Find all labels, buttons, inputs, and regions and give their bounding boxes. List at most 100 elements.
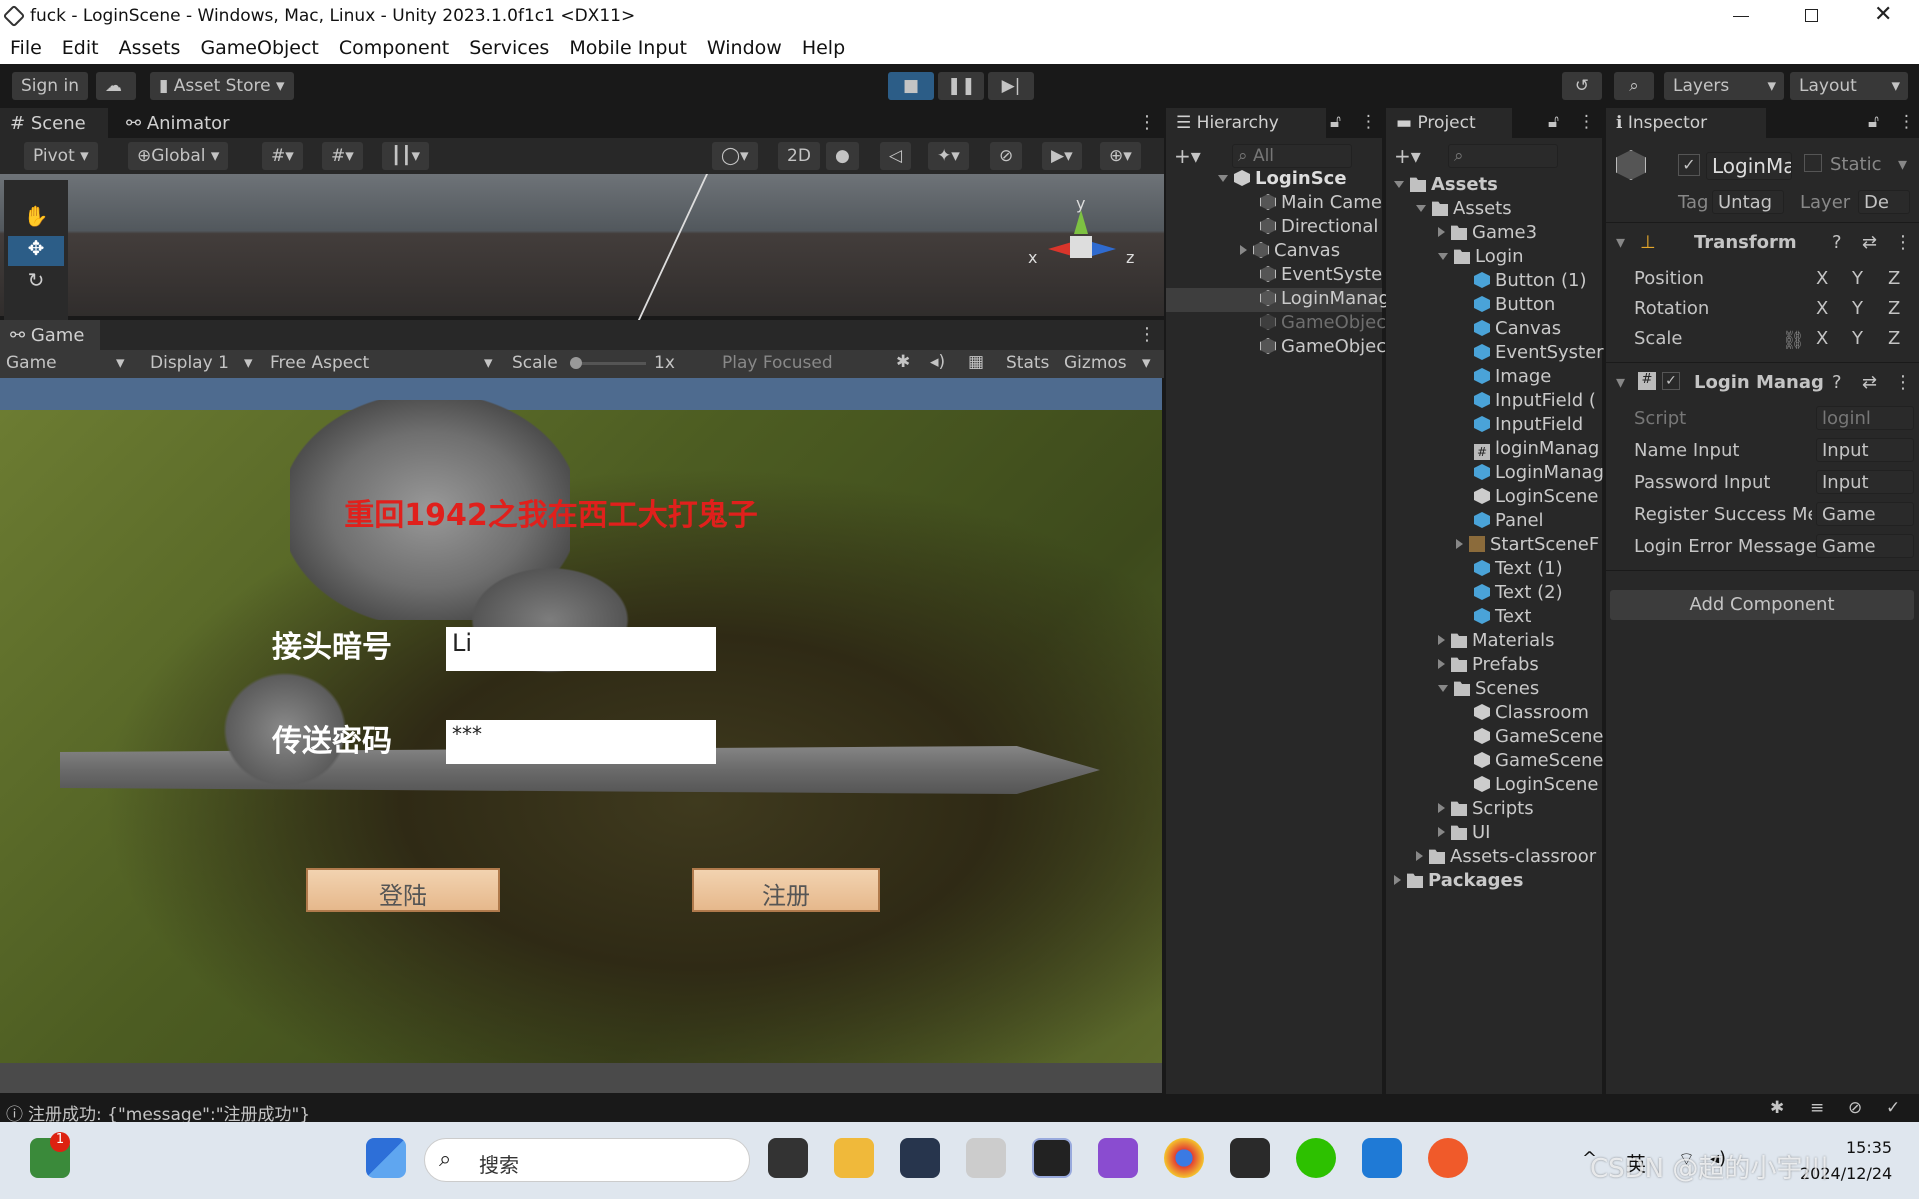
project-item[interactable]: GameScene bbox=[1474, 750, 1603, 771]
menu-component[interactable]: Component bbox=[329, 34, 459, 59]
link-icon[interactable]: ⛓ bbox=[1782, 330, 1805, 351]
transform-header[interactable]: Transform bbox=[1694, 232, 1797, 253]
menu-help[interactable]: Help bbox=[792, 34, 855, 59]
password-input[interactable]: *** bbox=[446, 720, 716, 764]
vscode-icon[interactable] bbox=[1362, 1138, 1402, 1178]
position-x-label[interactable]: X bbox=[1816, 268, 1828, 289]
game-view[interactable]: 重回1942之我在西工大打鬼子 接头暗号 Li 传送密码 *** 登陆 注册 bbox=[0, 400, 1162, 1063]
project-item[interactable]: GameScene bbox=[1474, 726, 1603, 747]
preset-icon[interactable]: ⇄ bbox=[1862, 372, 1877, 393]
task-view-icon[interactable] bbox=[768, 1138, 808, 1178]
network-icon[interactable]: ⊘ bbox=[1848, 1098, 1862, 1118]
add-icon[interactable]: +▾ bbox=[1394, 144, 1421, 168]
visual-studio-icon[interactable] bbox=[1098, 1138, 1138, 1178]
hierarchy-item[interactable]: GameObjec bbox=[1260, 336, 1386, 357]
clock-time[interactable]: 15:35 bbox=[1846, 1138, 1892, 1157]
game-kebab-icon[interactable]: ⋮ bbox=[1138, 324, 1156, 345]
project-item[interactable]: UI bbox=[1438, 822, 1490, 843]
menu-edit[interactable]: Edit bbox=[52, 34, 109, 59]
lighting-icon[interactable]: ● bbox=[826, 142, 859, 170]
project-item[interactable]: Assets bbox=[1394, 174, 1498, 195]
app-icon[interactable]: 1 bbox=[30, 1132, 70, 1178]
pivot-dropdown[interactable]: Pivot ▾ bbox=[24, 142, 98, 170]
active-checkbox[interactable]: ✓ bbox=[1678, 154, 1700, 176]
project-item[interactable]: # loginManag bbox=[1474, 438, 1599, 460]
layout-dropdown[interactable]: Layout ▾ bbox=[1790, 72, 1908, 100]
chevron-down-icon[interactable]: ▾ bbox=[1616, 232, 1625, 253]
ruler-icon[interactable]: ┃┃▾ bbox=[382, 142, 430, 170]
rotation-y-label[interactable]: Y bbox=[1852, 298, 1863, 319]
menu-window[interactable]: Window bbox=[697, 34, 792, 59]
project-item[interactable]: Game3 bbox=[1438, 222, 1537, 243]
project-item[interactable]: StartSceneF bbox=[1456, 534, 1599, 555]
position-y-label[interactable]: Y bbox=[1852, 268, 1863, 289]
terminal-icon[interactable] bbox=[1230, 1138, 1270, 1178]
search-icon[interactable]: ⌕ bbox=[1614, 72, 1654, 100]
tab-project[interactable]: ▬ Project bbox=[1386, 108, 1512, 138]
tab-scene[interactable]: # Scene bbox=[0, 108, 108, 138]
effects-icon[interactable]: ✦▾ bbox=[928, 142, 969, 170]
script-field[interactable]: loginl bbox=[1816, 406, 1914, 430]
kebab-icon[interactable]: ⋮ bbox=[1894, 232, 1912, 253]
hierarchy-item-selected[interactable]: LoginManag bbox=[1166, 288, 1390, 312]
play-stop-button[interactable]: ■ bbox=[888, 72, 934, 100]
audio-icon[interactable]: ◁ bbox=[880, 142, 912, 170]
check-icon[interactable]: ✓ bbox=[1886, 1098, 1900, 1118]
project-item[interactable]: Assets bbox=[1416, 198, 1512, 219]
scene-view[interactable]: ✋ ✥ ↻ y x z bbox=[0, 174, 1164, 324]
debug-icon[interactable]: ✱ bbox=[1770, 1098, 1784, 1118]
project-item[interactable]: Text (2) bbox=[1474, 582, 1563, 603]
project-item[interactable]: Prefabs bbox=[1438, 654, 1539, 675]
grid-icon[interactable]: #▾ bbox=[322, 142, 363, 170]
camera-icon[interactable]: ▶▾ bbox=[1042, 142, 1082, 170]
unity-hub-icon[interactable] bbox=[966, 1138, 1006, 1178]
gizmos-icon[interactable]: ⊕▾ bbox=[1100, 142, 1141, 170]
unity-editor-icon[interactable] bbox=[1032, 1138, 1072, 1178]
project-item[interactable]: Button bbox=[1474, 294, 1555, 315]
project-item[interactable]: EventSyster bbox=[1474, 342, 1604, 363]
project-item[interactable]: Text (1) bbox=[1474, 558, 1563, 579]
gameobject-name-input[interactable]: LoginMa bbox=[1706, 152, 1792, 180]
chevron-down-icon[interactable]: ▾ bbox=[1616, 372, 1625, 393]
play-focused-dropdown[interactable]: Play Focused bbox=[722, 353, 833, 373]
project-item[interactable]: Packages bbox=[1394, 870, 1523, 891]
project-item[interactable]: LoginScene bbox=[1474, 774, 1598, 795]
project-search-input[interactable]: ⌕ bbox=[1448, 144, 1558, 168]
scale-slider[interactable] bbox=[570, 357, 646, 369]
project-item[interactable]: Scripts bbox=[1438, 798, 1534, 819]
layers-dropdown[interactable]: Layers ▾ bbox=[1664, 72, 1784, 100]
rotate-tool-icon[interactable]: ↻ bbox=[8, 268, 64, 298]
visibility-icon[interactable]: ⊘ bbox=[990, 142, 1023, 170]
maximize-icon[interactable] bbox=[1805, 9, 1818, 22]
layers-icon[interactable]: ≡ bbox=[1810, 1098, 1824, 1118]
password-input-field[interactable]: Input bbox=[1816, 470, 1914, 494]
project-item[interactable]: Text bbox=[1474, 606, 1531, 627]
kebab-icon[interactable]: ⋮ bbox=[1898, 112, 1915, 132]
rotation-z-label[interactable]: Z bbox=[1888, 298, 1900, 319]
cloud-icon[interactable]: ☁ bbox=[96, 72, 136, 100]
menu-mobile-input[interactable]: Mobile Input bbox=[559, 34, 697, 59]
history-icon[interactable]: ↺ bbox=[1562, 72, 1602, 100]
tab-animator[interactable]: ⚯ Animator bbox=[116, 108, 240, 138]
project-item[interactable]: LoginManag bbox=[1474, 462, 1604, 483]
hierarchy-root[interactable]: LoginSce bbox=[1218, 168, 1347, 189]
login-button[interactable]: 登陆 bbox=[306, 868, 500, 912]
bug-icon[interactable]: ✱ bbox=[896, 352, 910, 372]
gizmo-center[interactable] bbox=[1070, 236, 1092, 258]
move-tool-icon[interactable]: ✥ bbox=[8, 236, 64, 266]
pause-button[interactable]: ❚❚ bbox=[938, 72, 984, 100]
close-icon[interactable]: ✕ bbox=[1874, 2, 1892, 27]
project-item[interactable]: InputField ( bbox=[1474, 390, 1596, 411]
stats-button[interactable]: Stats bbox=[1006, 353, 1049, 373]
global-dropdown[interactable]: ⊕Global ▾ bbox=[128, 142, 229, 170]
name-input-field[interactable]: Input bbox=[1816, 438, 1914, 462]
project-item[interactable]: Materials bbox=[1438, 630, 1555, 651]
tab-game[interactable]: ⚯ Game bbox=[0, 320, 100, 350]
project-item[interactable]: Canvas bbox=[1474, 318, 1561, 339]
project-item[interactable]: LoginScene bbox=[1474, 486, 1598, 507]
help-icon[interactable]: ? bbox=[1832, 232, 1842, 253]
preset-icon[interactable]: ⇄ bbox=[1862, 232, 1877, 253]
app-pen-icon[interactable] bbox=[1428, 1138, 1468, 1178]
display-dropdown[interactable]: Display 1 bbox=[150, 353, 229, 373]
scene-gizmo[interactable]: y x z bbox=[1028, 194, 1134, 280]
